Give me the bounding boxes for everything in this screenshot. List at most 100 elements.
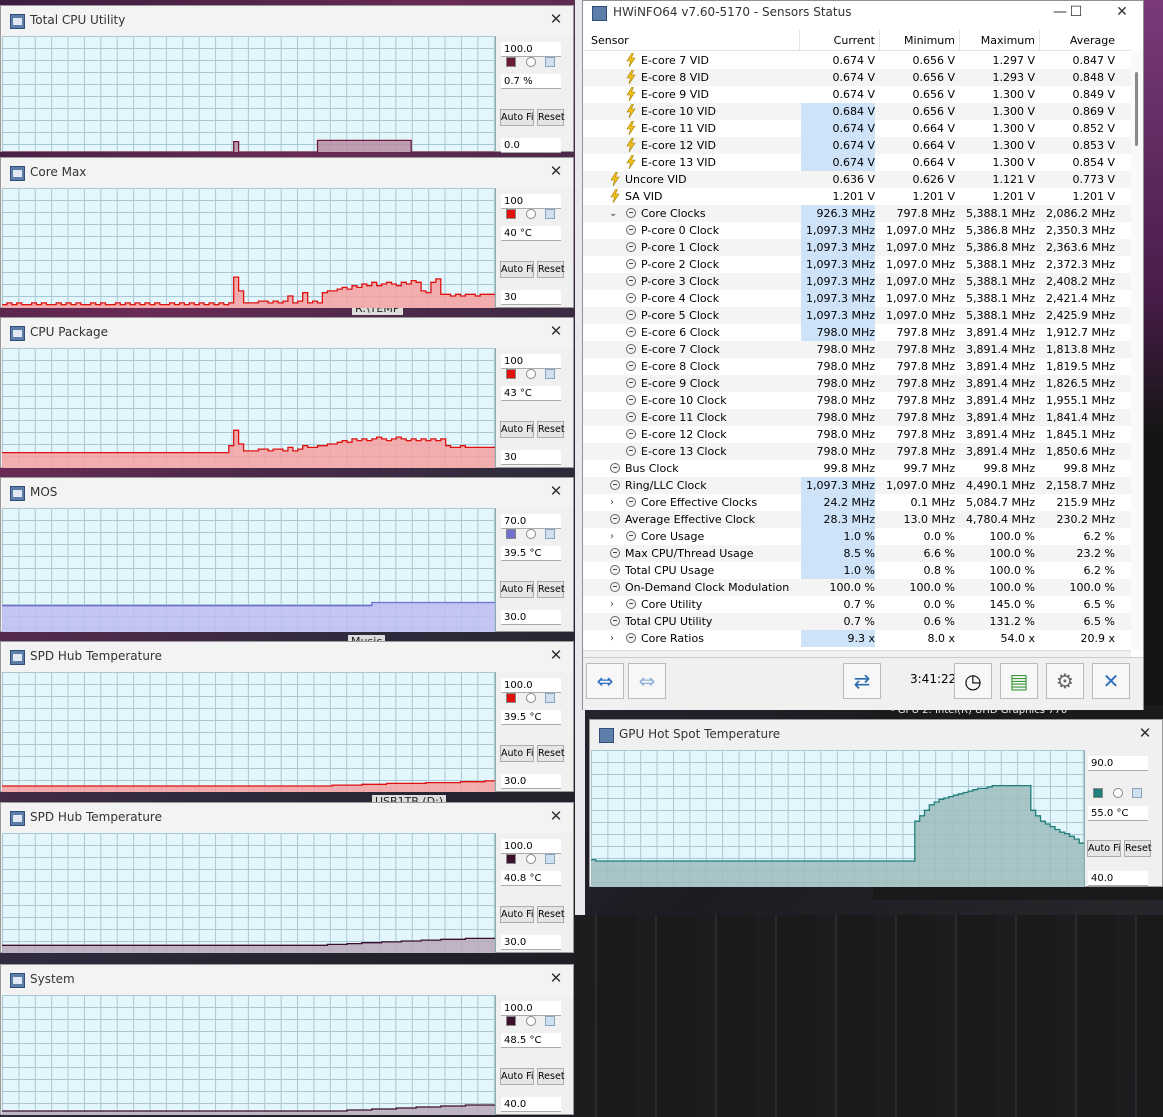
close-button[interactable]: ✕: [547, 322, 565, 340]
col-current[interactable]: Current: [801, 34, 875, 47]
graph-toggle-radio[interactable]: [526, 209, 536, 219]
close-button[interactable]: ✕: [1136, 724, 1154, 742]
sensor-row[interactable]: Average Effective Clock 28.3 MHz 13.0 MHz 4…: [583, 511, 1131, 528]
graph-min-field[interactable]: 40.0: [501, 1097, 561, 1112]
graph-window[interactable]: System ✕ 100.0 48.5 °C Auto Fit Reset 40.0: [0, 964, 574, 1115]
title-bar[interactable]: MOS ✕: [1, 478, 573, 508]
auto-fit-button[interactable]: Auto Fit: [500, 261, 534, 278]
close-button[interactable]: ✕: [547, 10, 565, 28]
sensor-row[interactable]: SA VID 1.201 V 1.201 V 1.201 V 1.201 V: [583, 188, 1131, 205]
graph-color-swatch[interactable]: [506, 693, 516, 703]
sensor-row[interactable]: E-core 11 VID 0.674 V 0.664 V 1.300 V 0.852 …: [583, 120, 1131, 137]
sensor-row[interactable]: E-core 12 VID 0.674 V 0.664 V 1.300 V 0.853 …: [583, 137, 1131, 154]
title-bar[interactable]: HWiNFO64 v7.60-5170 - Sensors Status — ☐…: [583, 1, 1143, 26]
auto-fit-button[interactable]: Auto Fit: [1087, 840, 1121, 857]
col-maximum[interactable]: Maximum: [961, 34, 1035, 47]
sensor-row[interactable]: E-core 7 VID 0.674 V 0.656 V 1.297 V 0.847 V: [583, 52, 1131, 69]
reset-button[interactable]: Reset: [1124, 840, 1152, 857]
title-bar[interactable]: System ✕: [1, 965, 573, 995]
title-bar[interactable]: GPU Hot Spot Temperature ✕: [590, 720, 1162, 750]
graph-option-box[interactable]: [545, 854, 555, 864]
sensor-row[interactable]: E-core 8 VID 0.674 V 0.656 V 1.293 V 0.848 V: [583, 69, 1131, 86]
close-x-icon[interactable]: ✕: [1092, 663, 1130, 699]
graph-color-swatch[interactable]: [506, 1016, 516, 1026]
graph-max-field[interactable]: 90.0: [1088, 756, 1148, 771]
graph-option-box[interactable]: [1132, 788, 1142, 798]
graph-window[interactable]: Core Max ✕ 100 40 °C Auto Fit Reset 30: [0, 157, 574, 308]
title-bar[interactable]: Total CPU Utility ✕: [1, 6, 573, 36]
graph-window[interactable]: SPD Hub Temperature ✕ 100.0 39.5 °C Auto Fit…: [0, 641, 574, 792]
vertical-scrollbar[interactable]: [1131, 52, 1143, 650]
close-button[interactable]: ✕: [547, 162, 565, 180]
graph-window[interactable]: Total CPU Utility ✕ 100.0 0.7 % Auto Fit Rese…: [0, 5, 574, 153]
graph-min-field[interactable]: 30.0: [501, 774, 561, 789]
sensor-row[interactable]: E-core 9 VID 0.674 V 0.656 V 1.300 V 0.849 V: [583, 86, 1131, 103]
sensor-row[interactable]: E-core 9 Clock 798.0 MHz 797.8 MHz 3,891.4 …: [583, 375, 1131, 392]
graph-max-field[interactable]: 100.0: [501, 839, 561, 854]
reset-button[interactable]: Reset: [537, 1068, 565, 1085]
graph-max-field[interactable]: 100.0: [501, 42, 561, 57]
graph-min-field[interactable]: 30.0: [501, 610, 561, 625]
column-divider[interactable]: [879, 30, 880, 50]
chevron-down-icon[interactable]: ⌄: [609, 205, 617, 222]
sensor-row[interactable]: E-core 10 VID 0.684 V 0.656 V 1.300 V 0.869 …: [583, 103, 1131, 120]
graph-color-swatch[interactable]: [506, 529, 516, 539]
graph-color-swatch[interactable]: [1093, 788, 1103, 798]
auto-fit-button[interactable]: Auto Fit: [500, 745, 534, 762]
sensor-row[interactable]: E-core 8 Clock 798.0 MHz 797.8 MHz 3,891.4 …: [583, 358, 1131, 375]
graph-option-box[interactable]: [545, 1016, 555, 1026]
graph-toggle-radio[interactable]: [526, 529, 536, 539]
reset-button[interactable]: Reset: [537, 581, 565, 598]
graph-min-field[interactable]: 30: [501, 450, 561, 465]
graph-toggle-radio[interactable]: [526, 854, 536, 864]
title-bar[interactable]: SPD Hub Temperature ✕: [1, 642, 573, 672]
graph-window[interactable]: SPD Hub Temperature ✕ 100.0 40.8 °C Auto Fit…: [0, 802, 574, 953]
close-button[interactable]: ✕: [1107, 3, 1137, 23]
graph-color-swatch[interactable]: [506, 369, 516, 379]
title-bar[interactable]: Core Max ✕: [1, 158, 573, 188]
col-minimum[interactable]: Minimum: [881, 34, 955, 47]
sensor-row[interactable]: E-core 13 VID 0.674 V 0.664 V 1.300 V 0.854 …: [583, 154, 1131, 171]
graph-toggle-radio[interactable]: [526, 693, 536, 703]
chevron-right-icon[interactable]: ›: [610, 596, 614, 613]
graph-option-box[interactable]: [545, 369, 555, 379]
column-divider[interactable]: [1039, 30, 1040, 50]
title-bar[interactable]: CPU Package ✕: [1, 318, 573, 348]
auto-fit-button[interactable]: Auto Fit: [500, 906, 534, 923]
sensor-row[interactable]: P-core 2 Clock 1,097.3 MHz 1,097.0 MHz 5,38…: [583, 256, 1131, 273]
graph-toggle-radio[interactable]: [1113, 788, 1123, 798]
graph-color-swatch[interactable]: [506, 854, 516, 864]
column-divider[interactable]: [959, 30, 960, 50]
sensor-row[interactable]: Max CPU/Thread Usage 8.5 % 6.6 % 100.0 % 23.…: [583, 545, 1131, 562]
auto-fit-button[interactable]: Auto Fit: [500, 421, 534, 438]
graph-window[interactable]: MOS ✕ 70.0 39.5 °C Auto Fit Reset 30.0: [0, 477, 574, 632]
close-button[interactable]: ✕: [547, 807, 565, 825]
collapse-arrows-icon[interactable]: ⇔: [628, 663, 666, 699]
reset-button[interactable]: Reset: [537, 261, 565, 278]
sensor-row[interactable]: E-core 13 Clock 798.0 MHz 797.8 MHz 3,891.4…: [583, 443, 1131, 460]
sensor-row[interactable]: › Core Ratios 9.3 x 8.0 x 54.0 x 20.9 x: [583, 630, 1131, 647]
graph-option-box[interactable]: [545, 693, 555, 703]
sensor-row[interactable]: › Core Utility 0.7 % 0.0 % 145.0 % 6.5 %: [583, 596, 1131, 613]
sensor-row[interactable]: ⌄ Core Clocks 926.3 MHz 797.8 MHz 5,388.1 MH…: [583, 205, 1131, 222]
close-button[interactable]: ✕: [547, 969, 565, 987]
sensor-row[interactable]: E-core 7 Clock 798.0 MHz 797.8 MHz 3,891.4 …: [583, 341, 1131, 358]
scrollbar-thumb[interactable]: [1135, 72, 1138, 146]
graph-option-box[interactable]: [545, 529, 555, 539]
sensors-status-window[interactable]: HWiNFO64 v7.60-5170 - Sensors Status — ☐…: [582, 0, 1144, 710]
graph-color-swatch[interactable]: [506, 209, 516, 219]
column-divider[interactable]: [799, 30, 800, 50]
graph-option-box[interactable]: [545, 57, 555, 67]
sensor-row[interactable]: E-core 6 Clock 798.0 MHz 797.8 MHz 3,891.4 …: [583, 324, 1131, 341]
clock-reset-icon[interactable]: ◷: [954, 663, 992, 699]
sensor-list[interactable]: E-core 7 VID 0.674 V 0.656 V 1.297 V 0.847 V…: [583, 52, 1131, 652]
sensor-row[interactable]: E-core 10 Clock 798.0 MHz 797.8 MHz 3,891.4…: [583, 392, 1131, 409]
logging-icon[interactable]: ▤: [1000, 663, 1038, 699]
graph-option-box[interactable]: [545, 209, 555, 219]
title-bar[interactable]: SPD Hub Temperature ✕: [1, 803, 573, 833]
sensor-row[interactable]: Bus Clock 99.8 MHz 99.7 MHz 99.8 MHz 99.8 MH…: [583, 460, 1131, 477]
sensor-row[interactable]: On-Demand Clock Modulation 100.0 % 100.0 %…: [583, 579, 1131, 596]
graph-window[interactable]: CPU Package ✕ 100 43 °C Auto Fit Reset 30: [0, 317, 574, 468]
auto-fit-button[interactable]: Auto Fit: [500, 109, 534, 126]
sensor-row[interactable]: P-core 0 Clock 1,097.3 MHz 1,097.0 MHz 5,38…: [583, 222, 1131, 239]
